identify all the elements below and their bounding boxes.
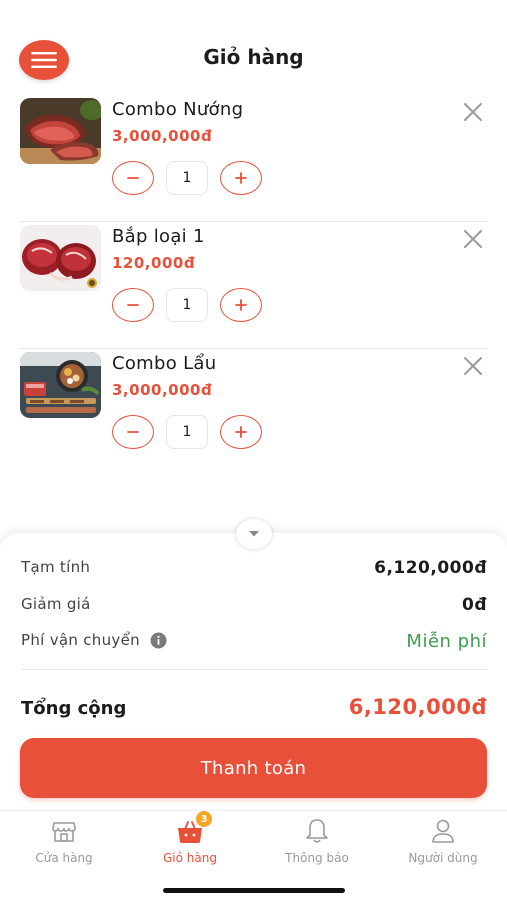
subtotal-row: Tạm tính 6,120,000đ — [21, 558, 487, 582]
tab-user[interactable]: Người dùng — [388, 817, 498, 873]
page-title: Giỏ hàng — [203, 45, 304, 69]
bell-icon — [306, 819, 328, 843]
tab-label: Cửa hàng — [35, 851, 93, 865]
item-name: Combo Nướng — [112, 99, 244, 120]
subtotal-value: 6,120,000đ — [374, 558, 487, 578]
plus-icon — [235, 172, 247, 184]
grilled-beef-image[interactable] — [20, 98, 101, 164]
item-price: 3,000,000đ — [112, 127, 213, 145]
cart-item: Combo Nướng 3,000,000đ 1 — [20, 95, 488, 222]
discount-label: Giảm giá — [21, 595, 91, 613]
quantity-stepper: 1 — [112, 288, 262, 324]
tab-label: Thông báo — [285, 851, 349, 865]
tab-cart[interactable]: 3 Giỏ hàng — [135, 811, 245, 873]
chevron-down-icon — [249, 531, 259, 537]
order-summary-panel: Tạm tính 6,120,000đ Giảm giá 0đ Phí vận … — [0, 519, 507, 810]
increase-quantity-button[interactable] — [220, 161, 262, 195]
total-label: Tổng cộng — [21, 698, 127, 719]
quantity-input[interactable]: 1 — [166, 415, 208, 449]
tab-label: Giỏ hàng — [163, 851, 217, 865]
remove-item-button[interactable] — [462, 228, 484, 250]
increase-quantity-button[interactable] — [220, 288, 262, 322]
decrease-quantity-button[interactable] — [112, 161, 154, 195]
collapse-summary-button[interactable] — [236, 519, 272, 549]
tab-icon-wrap — [303, 817, 331, 845]
tab-label: Người dùng — [408, 851, 478, 865]
tab-icon-wrap — [50, 817, 78, 845]
cart-item: Bắp loại 1 120,000đ 1 — [20, 222, 488, 349]
increase-quantity-button[interactable] — [220, 415, 262, 449]
minus-icon — [127, 431, 139, 433]
subtotal-label: Tạm tính — [21, 558, 91, 576]
shipping-value: Miễn phí — [406, 631, 487, 652]
cart-count-badge: 3 — [196, 811, 212, 827]
quantity-stepper: 1 — [112, 161, 262, 197]
home-indicator — [163, 888, 345, 893]
cart-item: Combo Lẩu 3,000,000đ 1 — [20, 349, 488, 476]
divider — [21, 669, 487, 670]
close-icon — [464, 230, 482, 248]
shipping-label: Phí vận chuyển — [21, 631, 140, 649]
decrease-quantity-button[interactable] — [112, 415, 154, 449]
item-price: 120,000đ — [112, 254, 196, 272]
tab-notifications[interactable]: Thông báo — [262, 817, 372, 873]
plus-icon — [235, 426, 247, 438]
decrease-quantity-button[interactable] — [112, 288, 154, 322]
remove-item-button[interactable] — [462, 101, 484, 123]
quantity-input[interactable]: 1 — [166, 288, 208, 322]
hotpot-combo-image[interactable] — [20, 352, 101, 418]
close-icon — [464, 103, 482, 121]
raw-beef-shank-image[interactable] — [20, 225, 101, 291]
quantity-input[interactable]: 1 — [166, 161, 208, 195]
minus-icon — [127, 304, 139, 306]
close-icon — [464, 357, 482, 375]
shipping-row: Phí vận chuyển Miễn phí — [21, 631, 487, 655]
tab-icon-wrap: 3 — [176, 811, 212, 845]
total-value: 6,120,000đ — [348, 695, 487, 719]
discount-row: Giảm giá 0đ — [21, 595, 487, 619]
tab-store[interactable]: Cửa hàng — [9, 817, 119, 873]
remove-item-button[interactable] — [462, 355, 484, 377]
bottom-tab-bar: Cửa hàng 3 Giỏ hàng Thông báo Người dùng — [0, 810, 507, 900]
tab-icon-wrap — [429, 817, 457, 845]
item-name: Bắp loại 1 — [112, 226, 205, 247]
store-icon — [52, 822, 76, 842]
item-name: Combo Lẩu — [112, 353, 217, 374]
cart-list: Combo Nướng 3,000,000đ 1 Bắp loại 1 120,… — [20, 95, 488, 476]
checkout-button[interactable]: Thanh toán — [20, 738, 487, 798]
item-price: 3,000,000đ — [112, 381, 213, 399]
shipping-label-group: Phí vận chuyển — [21, 631, 167, 649]
user-icon — [432, 819, 454, 843]
header: Giỏ hàng — [0, 0, 507, 95]
plus-icon — [235, 299, 247, 311]
quantity-stepper: 1 — [112, 415, 262, 451]
info-icon[interactable] — [150, 632, 167, 649]
minus-icon — [127, 177, 139, 179]
discount-value: 0đ — [462, 595, 487, 615]
